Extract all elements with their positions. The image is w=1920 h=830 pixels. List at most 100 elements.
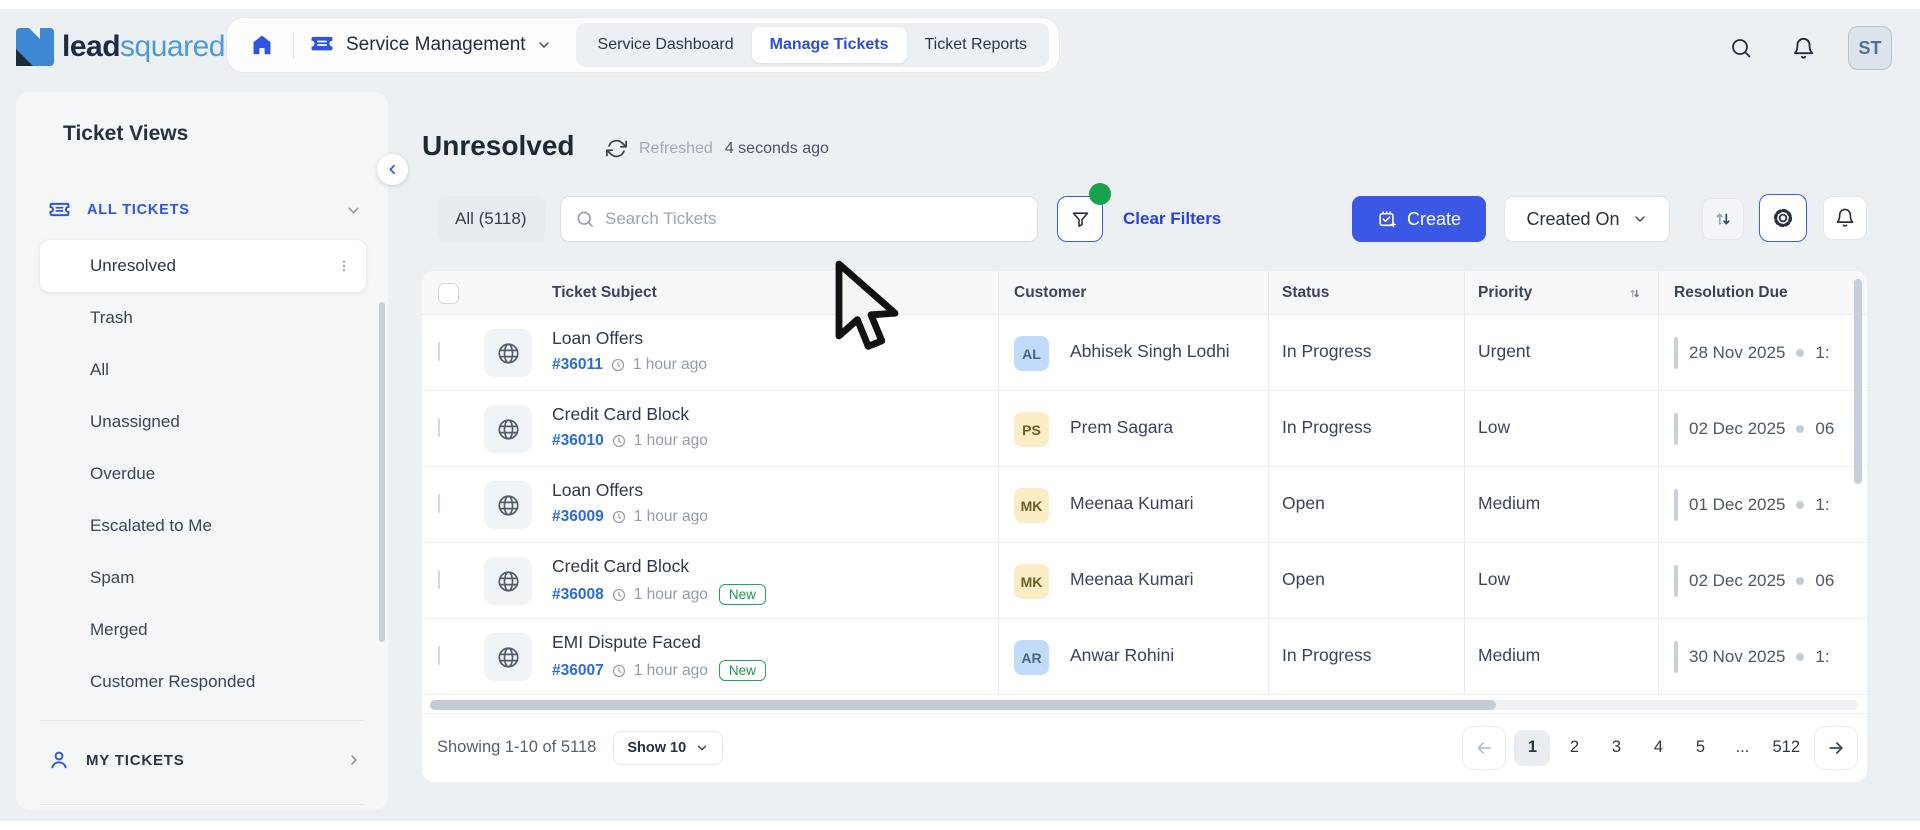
app-switcher[interactable]: Service Management bbox=[308, 31, 552, 59]
page-numbers: 1 2 3 4 5... 512 bbox=[1514, 729, 1806, 766]
row-checkbox[interactable] bbox=[438, 570, 440, 589]
sidebar-view-item[interactable]: Trash bbox=[40, 292, 366, 344]
sidebar-view-item[interactable]: Merged bbox=[40, 604, 366, 656]
ticket-subject[interactable]: Loan Offers bbox=[552, 480, 643, 501]
leadsquared-logo[interactable]: leadsquared bbox=[16, 28, 225, 66]
table-row[interactable]: EMI Dispute Faced #36007 1 hour ago New … bbox=[422, 619, 1867, 695]
all-tickets-label: ALL TICKETS bbox=[87, 202, 190, 218]
sidebar-collapse-button[interactable] bbox=[377, 154, 408, 185]
customer-name[interactable]: Anwar Rohini bbox=[1070, 645, 1174, 666]
ticket-id-link[interactable]: #36007 bbox=[552, 662, 604, 680]
next-page-button[interactable] bbox=[1814, 725, 1858, 770]
sidebar-view-item[interactable]: Overdue bbox=[40, 448, 366, 500]
column-priority[interactable]: Priority bbox=[1478, 271, 1532, 315]
user-avatar[interactable]: ST bbox=[1848, 26, 1892, 70]
table-vertical-scrollbar[interactable] bbox=[1854, 279, 1862, 484]
ticket-priority: Urgent bbox=[1478, 341, 1531, 361]
sidebar-view-item[interactable]: Spam bbox=[40, 552, 366, 604]
ticket-age: 1 hour ago bbox=[633, 508, 708, 525]
ticket-notifications-button[interactable] bbox=[1823, 196, 1867, 240]
sort-direction-button[interactable] bbox=[1702, 198, 1744, 240]
customer-name[interactable]: Prem Sagara bbox=[1070, 417, 1173, 438]
ticket-id-link[interactable]: #36010 bbox=[552, 432, 604, 450]
tab-manage-tickets[interactable]: Manage Tickets bbox=[751, 27, 907, 63]
ticket-priority: Low bbox=[1478, 569, 1511, 589]
column-resolution-due[interactable]: Resolution Due bbox=[1674, 271, 1788, 315]
sidebar-scrollbar[interactable] bbox=[379, 302, 385, 642]
refresh-icon[interactable] bbox=[606, 138, 627, 159]
bell-icon bbox=[1836, 208, 1854, 227]
sidebar-view-item[interactable]: All bbox=[40, 344, 366, 396]
page-3[interactable]: 3 bbox=[1598, 730, 1634, 766]
table-row[interactable]: Credit Card Block #36010 1 hour ago PS P… bbox=[422, 391, 1867, 467]
ticket-subject[interactable]: Credit Card Block bbox=[552, 556, 689, 577]
table-row[interactable]: Loan Offers #36011 1 hour ago AL Abhisek… bbox=[422, 315, 1867, 391]
new-badge: New bbox=[718, 660, 766, 681]
home-icon[interactable] bbox=[245, 28, 279, 62]
table-body: Loan Offers #36011 1 hour ago AL Abhisek… bbox=[422, 315, 1867, 695]
page-1[interactable]: 1 bbox=[1514, 729, 1551, 766]
column-status[interactable]: Status bbox=[1282, 271, 1329, 315]
view-item-label: Spam bbox=[90, 568, 135, 587]
create-ticket-button[interactable]: Create bbox=[1352, 196, 1486, 242]
page-2[interactable]: 2 bbox=[1556, 730, 1592, 766]
row-checkbox[interactable] bbox=[438, 494, 440, 513]
view-item-label: Escalated to Me bbox=[90, 516, 212, 535]
all-tickets-group[interactable]: ALL TICKETS bbox=[47, 188, 362, 232]
clear-filters-button[interactable]: Clear Filters bbox=[1123, 196, 1221, 242]
ticket-icon bbox=[311, 36, 333, 51]
column-customer[interactable]: Customer bbox=[1014, 271, 1086, 315]
pagination-summary: Showing 1-10 of 5118 Show 10 bbox=[437, 713, 724, 782]
page-512[interactable]: 512 bbox=[1766, 730, 1806, 766]
ticket-subject[interactable]: Loan Offers bbox=[552, 328, 643, 349]
all-count-chip[interactable]: All (5118) bbox=[437, 196, 545, 242]
search-tickets-box bbox=[560, 196, 1038, 242]
sort-field-dropdown[interactable]: Created On bbox=[1504, 196, 1670, 242]
page-ellipsis: ... bbox=[1735, 738, 1750, 756]
view-item-label: Unresolved bbox=[90, 256, 176, 275]
ticket-id-link[interactable]: #36008 bbox=[552, 586, 604, 604]
sidebar-view-item[interactable]: Unresolved bbox=[40, 240, 366, 292]
clock-icon bbox=[611, 358, 624, 372]
customer-name[interactable]: Abhisek Singh Lodhi bbox=[1070, 341, 1230, 362]
main-navigation: Service Management Service Dashboard Man… bbox=[226, 17, 1061, 73]
page-size-dropdown[interactable]: Show 10 bbox=[613, 730, 724, 765]
my-tickets-group[interactable]: MY TICKETS bbox=[47, 732, 362, 788]
chevron-down-icon bbox=[348, 207, 359, 213]
table-row[interactable]: Credit Card Block #36008 1 hour ago New … bbox=[422, 543, 1867, 619]
sort-field-value: Created On bbox=[1526, 208, 1620, 229]
select-all-checkbox[interactable] bbox=[438, 282, 459, 304]
ticket-subject[interactable]: EMI Dispute Faced bbox=[552, 632, 701, 653]
ticket-id-link[interactable]: #36011 bbox=[552, 356, 603, 374]
sidebar-view-item[interactable]: Unassigned bbox=[40, 396, 366, 448]
customer-avatar: MK bbox=[1014, 488, 1049, 523]
customer-name[interactable]: Meenaa Kumari bbox=[1070, 493, 1194, 514]
priority-sort-icon[interactable] bbox=[1627, 271, 1642, 315]
global-search-icon[interactable] bbox=[1724, 31, 1758, 65]
column-ticket-subject[interactable]: Ticket Subject bbox=[552, 271, 657, 315]
table-row[interactable]: Loan Offers #36009 1 hour ago MK Meenaa … bbox=[422, 467, 1867, 543]
nav-right: ST bbox=[1724, 26, 1892, 70]
table-settings-button[interactable] bbox=[1759, 194, 1807, 242]
ticket-status: In Progress bbox=[1282, 417, 1372, 437]
sidebar-view-item[interactable]: Customer Responded bbox=[40, 656, 366, 708]
kebab-icon[interactable] bbox=[336, 258, 352, 274]
search-tickets-input[interactable] bbox=[605, 209, 1023, 229]
page-5[interactable]: 5 bbox=[1682, 730, 1718, 766]
tab-ticket-reports[interactable]: Ticket Reports bbox=[907, 27, 1046, 63]
table-horizontal-scrollbar[interactable] bbox=[430, 700, 1496, 710]
customer-name[interactable]: Meenaa Kumari bbox=[1070, 569, 1194, 590]
sidebar-view-item[interactable]: Escalated to Me bbox=[40, 500, 366, 552]
page-4[interactable]: 4 bbox=[1640, 730, 1676, 766]
row-checkbox[interactable] bbox=[438, 418, 440, 437]
view-item-label: Trash bbox=[90, 308, 133, 327]
ticket-subject[interactable]: Credit Card Block bbox=[552, 404, 689, 425]
tab-service-dashboard[interactable]: Service Dashboard bbox=[580, 27, 752, 63]
table-header-row: Ticket Subject Customer Status Priority … bbox=[422, 271, 1867, 315]
notifications-bell-icon[interactable] bbox=[1786, 31, 1820, 65]
clock-icon bbox=[612, 588, 625, 601]
row-checkbox[interactable] bbox=[438, 342, 440, 361]
previous-page-button[interactable] bbox=[1462, 725, 1507, 770]
ticket-id-link[interactable]: #36009 bbox=[552, 508, 604, 526]
row-checkbox[interactable] bbox=[438, 646, 440, 665]
